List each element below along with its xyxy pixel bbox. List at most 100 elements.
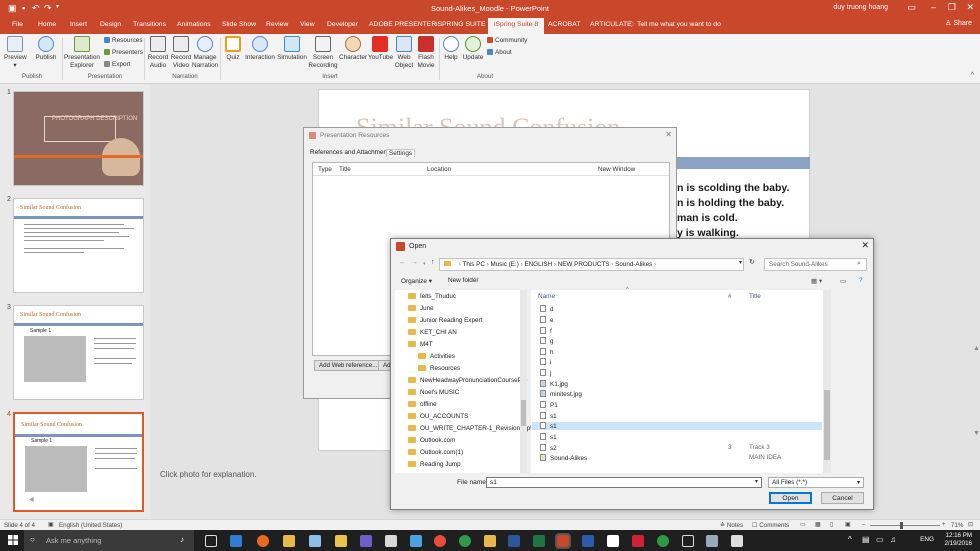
pinned-app-icon[interactable] — [682, 535, 694, 547]
file-name-dropdown-icon[interactable]: ▾ — [755, 478, 758, 485]
record-video-button[interactable]: Record Video — [170, 36, 192, 69]
nav-scrollbar-thumb[interactable] — [521, 400, 526, 426]
zoom-out-icon[interactable]: – — [862, 521, 865, 528]
help-icon[interactable]: ? — [859, 277, 863, 284]
folder-item[interactable]: OU_ACCOUNTS — [408, 413, 468, 420]
column-number[interactable]: # — [728, 293, 732, 300]
tab-settings[interactable]: Settings — [386, 149, 416, 157]
breadcrumb-new-products[interactable]: NEW PRODUCTS — [558, 261, 610, 268]
zoom-slider-thumb[interactable] — [900, 522, 903, 529]
folder-item[interactable]: OU_WRITE_CHAPTER-1_Revision-Cpt — [408, 425, 532, 432]
recent-locations-icon[interactable]: ▾ — [423, 261, 426, 267]
vertical-scroll-marker[interactable]: ▲ — [973, 345, 980, 352]
flash-movie-button[interactable]: Flash Movie — [415, 36, 437, 69]
add-web-reference-button[interactable]: Add Web reference... — [314, 360, 383, 371]
file-row[interactable]: s2 — [540, 444, 557, 452]
tab-references[interactable]: References and Attachments — [310, 149, 392, 156]
breadcrumb-english[interactable]: ENGLISH — [524, 261, 552, 268]
vertical-scroll-marker[interactable]: ▼ — [973, 430, 980, 437]
reading-view-icon[interactable]: ▯ — [830, 521, 833, 528]
network-icon[interactable]: ▤ — [862, 535, 870, 544]
folder-item[interactable]: June — [408, 305, 434, 312]
tab-transitions[interactable]: Transitions — [133, 21, 166, 28]
file-row[interactable]: d — [540, 305, 554, 313]
tab-design[interactable]: Design — [100, 21, 121, 28]
column-title[interactable]: Title — [339, 166, 351, 173]
folder-item[interactable]: M4T — [408, 341, 433, 348]
breadcrumb-this-pc[interactable]: This PC — [463, 261, 485, 268]
file-row[interactable]: i — [540, 358, 551, 366]
column-name[interactable]: Name — [538, 293, 555, 300]
fit-to-window-icon[interactable]: ⊡ — [968, 521, 973, 528]
pinned-app-icon[interactable] — [459, 535, 471, 547]
clock[interactable]: 12:16 PM 2/19/2016 — [944, 532, 972, 548]
zoom-level[interactable]: 71% — [951, 522, 963, 529]
folder-item[interactable]: Activities — [418, 353, 455, 360]
tell-me-box[interactable]: Tell me what you want to do — [637, 21, 721, 28]
word-icon[interactable] — [508, 535, 520, 547]
search-input[interactable]: Search Sound-Alikes — [764, 258, 867, 271]
tray-arrow-icon[interactable]: ^ — [848, 535, 852, 544]
folder-item[interactable]: Outlook.com — [408, 437, 455, 444]
file-row[interactable]: e — [540, 316, 554, 324]
resources-button[interactable]: Resources — [104, 37, 143, 44]
tab-ispring-suite-7[interactable]: iSPRING SUITE 7 — [436, 21, 491, 28]
file-row[interactable]: h — [540, 348, 554, 356]
export-button[interactable]: Export — [104, 61, 130, 68]
nav-scrollbar[interactable] — [520, 290, 527, 473]
forward-icon[interactable]: → — [411, 259, 418, 266]
quiz-button[interactable]: Quiz — [222, 36, 244, 62]
file-row[interactable]: minitest.jpg — [540, 390, 582, 398]
presentation-explorer-button[interactable]: Presentation Explorer — [64, 36, 100, 69]
slide-text-line[interactable]: man is cold. — [677, 212, 738, 224]
pinned-app-icon[interactable] — [731, 535, 743, 547]
pinned-app-icon[interactable] — [335, 535, 347, 547]
pinned-app-icon[interactable] — [706, 535, 718, 547]
slide-thumbnail-2[interactable]: Similar Sound Confusion — [13, 198, 144, 293]
pinned-app-icon[interactable] — [657, 535, 669, 547]
file-type-select[interactable]: All Files (*.*) ▾ — [768, 477, 864, 488]
record-audio-button[interactable]: Record Audio — [146, 36, 170, 69]
file-row[interactable]: K1.jpg — [540, 380, 568, 388]
slide-sorter-icon[interactable]: ▦ — [815, 521, 821, 528]
about-button[interactable]: About — [487, 49, 512, 56]
file-explorer-icon[interactable] — [283, 535, 295, 547]
tab-ispring-suite-8[interactable]: iSpring Suite 8 — [488, 18, 545, 34]
slide-text-line[interactable]: n is holding the baby. — [677, 197, 784, 209]
tab-review[interactable]: Review — [266, 21, 288, 28]
pinned-app-icon[interactable] — [360, 535, 372, 547]
column-location[interactable]: Location — [427, 166, 451, 173]
up-icon[interactable]: ↑ — [431, 259, 435, 266]
slide-thumbnail-3[interactable]: Similar Sound Confusion Sample 1 — [13, 305, 144, 400]
volume-icon[interactable]: ♫ — [890, 535, 896, 544]
task-view-icon[interactable] — [205, 535, 217, 547]
file-row[interactable]: P1 — [540, 401, 558, 409]
web-object-button[interactable]: Web Object — [393, 36, 415, 69]
normal-view-icon[interactable]: ▭ — [800, 521, 806, 528]
firefox-icon[interactable] — [257, 535, 269, 547]
file-row[interactable]: g — [540, 337, 554, 345]
lync-icon[interactable] — [582, 535, 594, 547]
presenters-button[interactable]: Presenters — [104, 49, 143, 56]
cortana-search[interactable]: ○ Ask me anything ♪ — [24, 530, 194, 551]
view-options-icon[interactable]: ▦ ▾ — [811, 277, 822, 285]
zoom-slider[interactable] — [870, 525, 940, 526]
slide-thumbnail-4[interactable]: Similar Sound Confusion Sample 1 ◀ — [13, 412, 144, 512]
tab-acrobat[interactable]: ACROBAT — [548, 21, 580, 28]
close-icon[interactable]: ✕ — [665, 130, 672, 139]
open-button[interactable]: Open — [769, 492, 812, 504]
chrome-icon[interactable] — [434, 535, 446, 547]
tab-insert[interactable]: Insert — [70, 21, 87, 28]
battery-icon[interactable]: ▭ — [876, 535, 884, 544]
folder-item[interactable]: NewHeadwayPronunciationCoursePre — [408, 377, 527, 384]
slide-thumbnail-1[interactable]: PHOTOGRAPH DESCRIPTION — [13, 91, 144, 186]
pinned-app-icon[interactable] — [632, 535, 644, 547]
breadcrumb-music[interactable]: Music (E:) — [491, 261, 519, 268]
minimize-icon[interactable]: – — [931, 2, 936, 12]
folder-item[interactable]: Noel's MUSIC — [408, 389, 459, 396]
notes-placeholder[interactable]: Click photo for explanation. — [160, 470, 257, 479]
column-type[interactable]: Type — [318, 166, 332, 173]
community-button[interactable]: Community — [487, 37, 527, 44]
language-status[interactable]: English (United States) — [59, 522, 122, 529]
manage-narration-button[interactable]: Manage Narration — [192, 36, 218, 69]
